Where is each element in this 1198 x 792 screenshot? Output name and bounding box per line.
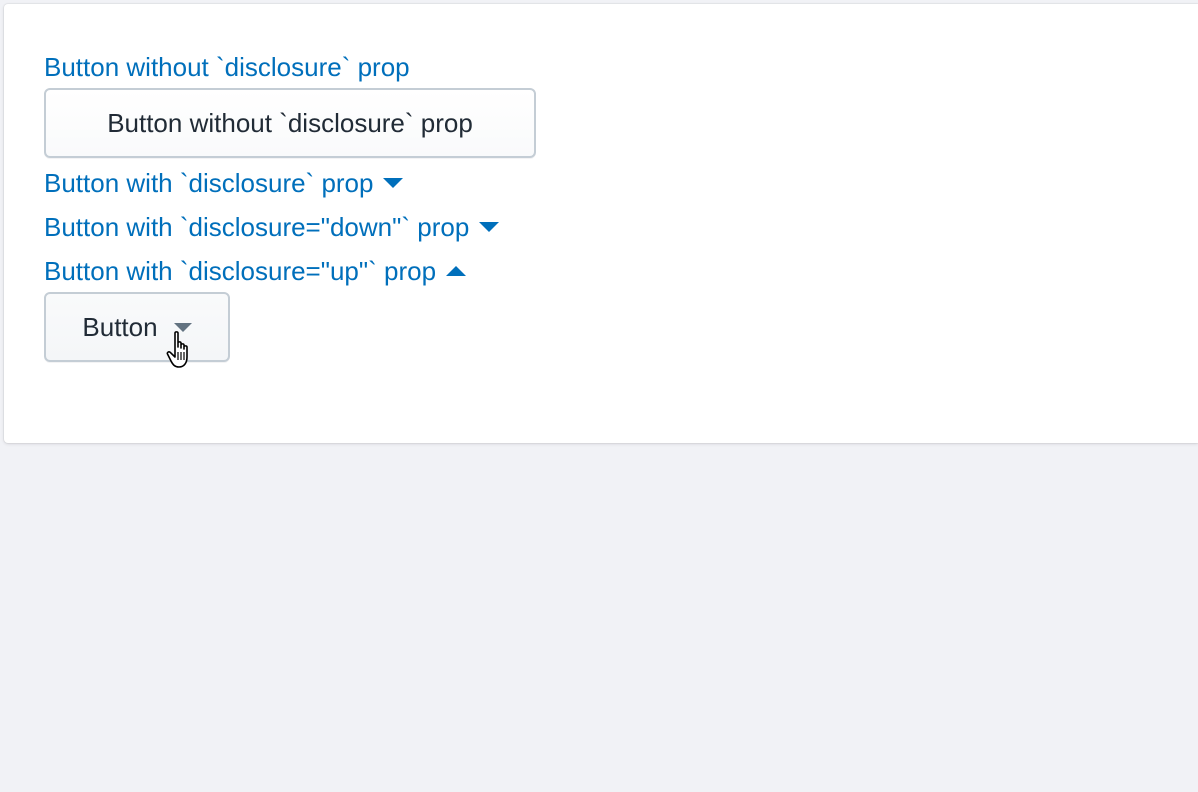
disclosure-button[interactable]: Button [44,292,230,362]
link-label: Button with `disclosure` prop [44,168,374,198]
link-button-disclosure-down[interactable]: Button with `disclosure="down"` prop [44,212,500,242]
button-without-disclosure[interactable]: Button without `disclosure` prop [44,88,536,158]
caret-up-icon [446,266,467,276]
link-button-disclosure-up[interactable]: Button with `disclosure="up"` prop [44,256,467,286]
hand-pointer-icon [166,331,188,368]
caret-down-icon [383,178,404,188]
button-label: Button without `disclosure` prop [107,107,473,138]
button-label: Button [82,311,158,342]
link-button-without-disclosure[interactable]: Button without `disclosure` prop [44,52,410,82]
link-label: Button with `disclosure="down"` prop [44,212,470,242]
caret-down-icon [479,222,500,232]
card: Button without `disclosure` prop Button … [4,4,1198,443]
link-button-with-disclosure[interactable]: Button with `disclosure` prop [44,168,404,198]
link-label: Button without `disclosure` prop [44,52,410,82]
link-label: Button with `disclosure="up"` prop [44,256,437,286]
